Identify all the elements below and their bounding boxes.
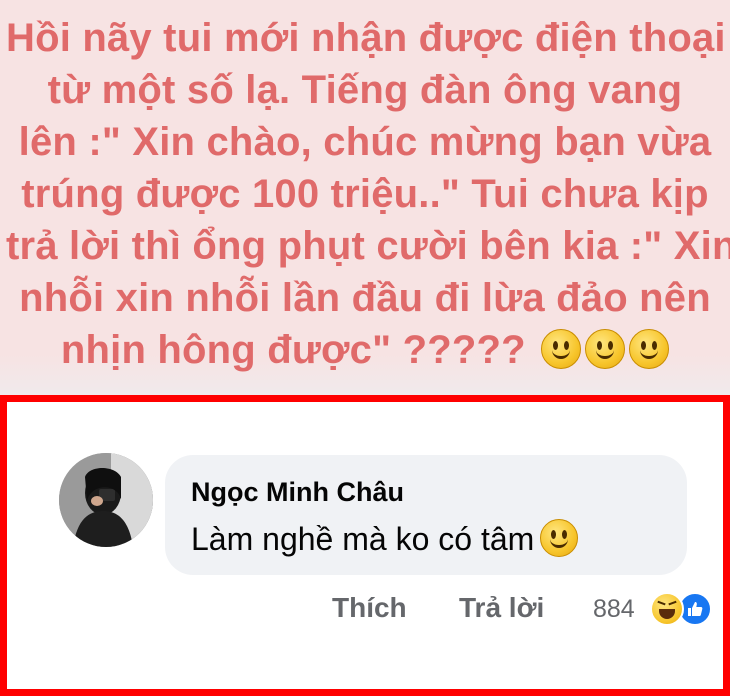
reply-button[interactable]: Trả lời bbox=[459, 592, 544, 624]
post-line: trúng được 100 triệu.." Tui chưa kịp bbox=[21, 172, 709, 216]
post-line: trả lời thì ổng phụt cười bên kia :" Xin bbox=[6, 224, 730, 268]
screenshot: Hồi nãy tui mới nhận được điện thoại từ … bbox=[0, 0, 730, 696]
slightly-smiling-face-icon bbox=[540, 519, 579, 557]
comment-author[interactable]: Ngọc Minh Châu bbox=[191, 477, 404, 508]
like-button[interactable]: Thích bbox=[332, 592, 407, 624]
comment-bubble: Ngọc Minh Châu Làm nghề mà ko có tâm bbox=[165, 455, 687, 575]
highlighted-comment-frame: Ngọc Minh Châu Làm nghề mà ko có tâm Thí… bbox=[0, 395, 730, 696]
post-line: nhịn hông được" ????? bbox=[60, 328, 526, 372]
comment-text-row: Làm nghề mà ko có tâm bbox=[191, 519, 579, 558]
reaction-summary[interactable] bbox=[650, 592, 720, 628]
slightly-smiling-face-icon bbox=[629, 329, 670, 369]
reaction-count[interactable]: 884 bbox=[593, 595, 635, 624]
comment-text: Làm nghề mà ko có tâm bbox=[191, 521, 535, 557]
haha-reaction-icon bbox=[650, 592, 684, 626]
post-line: Hồi nãy tui mới nhận được điện thoại bbox=[6, 16, 726, 60]
slightly-smiling-face-icon bbox=[541, 329, 582, 369]
post-image: Hồi nãy tui mới nhận được điện thoại từ … bbox=[0, 0, 730, 395]
slightly-smiling-face-icon bbox=[585, 329, 626, 369]
post-last-line: nhịn hông được" ????? bbox=[6, 324, 724, 376]
post-line: từ một số lạ. Tiếng đàn ông vang bbox=[47, 68, 683, 112]
avatar[interactable] bbox=[59, 453, 153, 547]
post-line: lên :" Xin chào, chúc mừng bạn vừa bbox=[18, 120, 712, 164]
avatar-photo-icon bbox=[59, 453, 153, 547]
post-line: nhỗi xin nhỗi lần đầu đi lừa đảo nên bbox=[19, 276, 711, 320]
post-text: Hồi nãy tui mới nhận được điện thoại từ … bbox=[6, 12, 730, 376]
